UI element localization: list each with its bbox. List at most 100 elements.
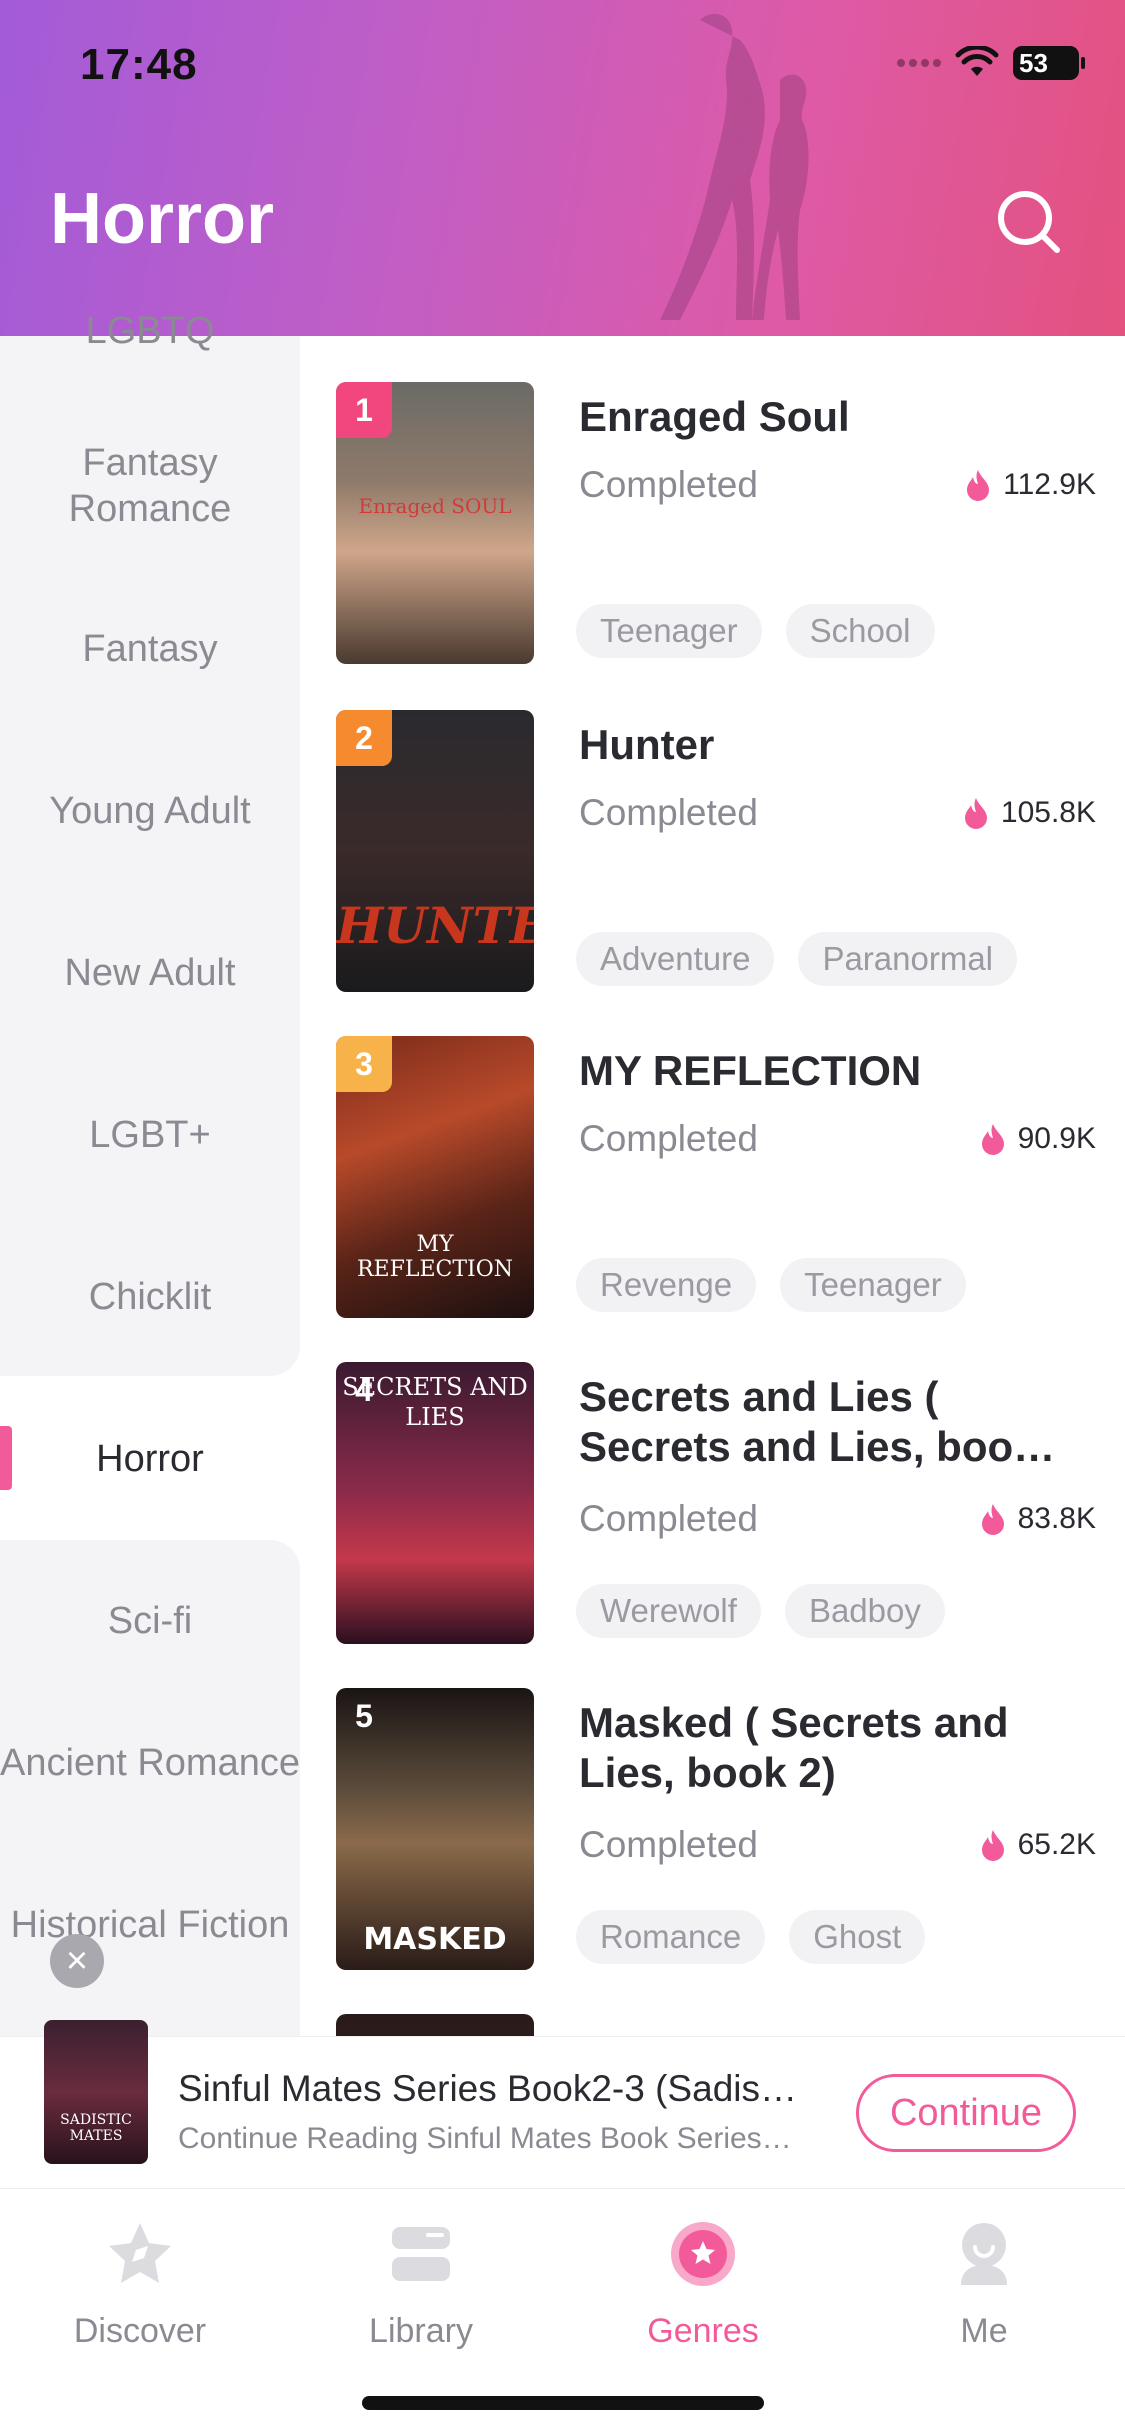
- rank-badge: 1: [336, 382, 392, 438]
- battery-icon: 53: [1013, 46, 1085, 80]
- tab-label: Genres: [647, 2312, 759, 2350]
- silhouette-graphic: [660, 14, 809, 321]
- cover-text: HUNTER: [336, 896, 534, 955]
- tab-library[interactable]: Library: [321, 2219, 521, 2351]
- genres-icon: [671, 2222, 735, 2286]
- tag[interactable]: Revenge: [576, 1258, 757, 1312]
- tag[interactable]: School: [785, 604, 935, 658]
- rank-badge: 3: [336, 1036, 392, 1092]
- page-title: Horror: [50, 179, 275, 259]
- book-status: Completed: [579, 1824, 758, 1865]
- book-title[interactable]: Secrets and Lies ( Secrets and Lies, boo…: [579, 1372, 1099, 1472]
- book-card[interactable]: MASKED 5 Masked ( Secrets and Lies, book…: [336, 1688, 1096, 1978]
- book-views: 112.9K: [963, 468, 1096, 502]
- tag-list: Romance Ghost: [576, 1910, 926, 1964]
- tag[interactable]: Werewolf: [576, 1584, 761, 1638]
- book-card[interactable]: HUNTER 2 Hunter Completed 105.8K Adventu…: [336, 710, 1096, 1000]
- book-title[interactable]: Hunter: [579, 720, 1099, 770]
- fire-icon: [981, 1830, 1004, 1861]
- rank-badge: 4: [355, 1371, 373, 1408]
- tag[interactable]: Teenager: [576, 604, 762, 658]
- tag[interactable]: Romance: [576, 1910, 766, 1964]
- tab-genres[interactable]: Genres: [603, 2219, 803, 2351]
- continue-button[interactable]: Continue: [856, 2074, 1076, 2152]
- tab-label: Discover: [73, 2312, 207, 2350]
- sidebar-item-fantasy-romance[interactable]: Fantasy Romance: [0, 440, 300, 532]
- book-card[interactable]: SECRETS AND LIES 4 Secrets and Lies ( Se…: [336, 1362, 1096, 1652]
- sidebar-item-lgbt-plus[interactable]: LGBT+: [0, 1112, 300, 1158]
- book-cover[interactable]: [336, 2014, 534, 2036]
- sidebar-item-young-adult[interactable]: Young Adult: [0, 788, 300, 834]
- tag[interactable]: Paranormal: [798, 932, 1018, 986]
- views-count: 112.9K: [1003, 468, 1096, 501]
- sidebar-item-sci-fi[interactable]: Sci-fi: [0, 1598, 300, 1644]
- sidebar-item-historical-fiction[interactable]: Historical Fiction: [0, 1902, 300, 1948]
- discover-icon: [109, 2223, 171, 2283]
- views-count: 105.8K: [1000, 796, 1096, 829]
- battery-level: 53: [1019, 47, 1048, 78]
- fire-icon: [981, 1124, 1004, 1155]
- fire-icon: [981, 1504, 1004, 1535]
- continue-reading-cover[interactable]: SADISTIC MATES: [44, 2020, 148, 2164]
- tag-list: Revenge Teenager: [576, 1258, 966, 1312]
- book-cover[interactable]: HUNTER 2: [336, 710, 534, 992]
- rank-badge: 2: [336, 710, 392, 766]
- cover-text: MASKED: [363, 1922, 507, 1957]
- continue-reading-title[interactable]: Sinful Mates Series Book2-3 (Sadis…: [178, 2068, 818, 2110]
- tag-list: Teenager School: [576, 604, 935, 658]
- book-card[interactable]: Enraged SOUL 1 Enraged Soul Completed 11…: [336, 382, 1096, 672]
- sidebar-item-lgbtq[interactable]: LGBTQ: [0, 308, 300, 354]
- book-status: Completed: [579, 1118, 758, 1159]
- status-time: 17:48: [80, 40, 198, 89]
- book-status: Completed: [579, 1498, 758, 1539]
- book-title[interactable]: Masked ( Secrets and Lies, book 2): [579, 1698, 1099, 1798]
- continue-reading-subtitle: Continue Reading Sinful Mates Book Serie…: [178, 2122, 792, 2155]
- fire-icon: [967, 470, 990, 501]
- header: 17:48 53 Horror: [0, 0, 1125, 336]
- tag-list: Werewolf Badboy: [576, 1584, 945, 1638]
- genre-sidebar: LGBTQ Fantasy Romance Fantasy Young Adul…: [0, 310, 300, 2060]
- cover-text: MY REFLECTION: [356, 1232, 514, 1282]
- status-icons: 53: [897, 46, 1085, 80]
- close-icon[interactable]: ×: [50, 1934, 104, 1988]
- wifi-icon: [955, 46, 999, 76]
- book-views: 83.8K: [978, 1502, 1096, 1536]
- book-views: 90.9K: [978, 1122, 1096, 1156]
- book-views: 105.8K: [961, 796, 1096, 830]
- book-list: Enraged SOUL 1 Enraged Soul Completed 11…: [300, 336, 1125, 2036]
- home-indicator: [362, 2396, 764, 2410]
- tab-discover[interactable]: Discover: [40, 2219, 240, 2351]
- book-cover[interactable]: MASKED 5: [336, 1688, 534, 1970]
- tag[interactable]: Ghost: [789, 1910, 926, 1964]
- search-icon[interactable]: [993, 186, 1065, 258]
- fire-icon: [964, 798, 987, 829]
- book-card[interactable]: MY REFLECTION 3 MY REFLECTION Completed …: [336, 1036, 1096, 1326]
- sidebar-item-new-adult[interactable]: New Adult: [0, 950, 300, 996]
- book-status: Completed: [579, 792, 758, 833]
- tag[interactable]: Badboy: [784, 1584, 945, 1638]
- book-status: Completed: [579, 464, 758, 505]
- sidebar-item-ancient-romance[interactable]: Ancient Romance: [0, 1740, 300, 1786]
- book-card-partial[interactable]: [336, 2014, 1096, 2036]
- book-cover[interactable]: MY REFLECTION 3: [336, 1036, 534, 1318]
- book-cover[interactable]: Enraged SOUL 1: [336, 382, 534, 664]
- views-count: 90.9K: [1017, 1122, 1096, 1155]
- sidebar-item-horror[interactable]: Horror: [0, 1436, 300, 1482]
- rank-badge: 5: [355, 1697, 373, 1734]
- me-icon: [961, 2223, 1007, 2285]
- tab-label: Me: [960, 2312, 1008, 2350]
- continue-reading-cover-text: SADISTIC MATES: [60, 2112, 132, 2144]
- tab-me[interactable]: Me: [884, 2219, 1084, 2351]
- tag-list: Adventure Paranormal: [576, 932, 1018, 986]
- tag[interactable]: Teenager: [780, 1258, 966, 1312]
- signal-icon: [897, 59, 941, 67]
- tag[interactable]: Adventure: [576, 932, 775, 986]
- sidebar-item-fantasy[interactable]: Fantasy: [0, 626, 300, 672]
- sidebar-item-chicklit[interactable]: Chicklit: [0, 1274, 300, 1320]
- book-title[interactable]: MY REFLECTION: [579, 1046, 1099, 1096]
- book-title[interactable]: Enraged Soul: [579, 392, 1099, 442]
- book-views: 65.2K: [978, 1828, 1096, 1862]
- views-count: 83.8K: [1017, 1502, 1096, 1535]
- book-cover[interactable]: SECRETS AND LIES 4: [336, 1362, 534, 1644]
- cover-text: Enraged SOUL: [358, 494, 512, 518]
